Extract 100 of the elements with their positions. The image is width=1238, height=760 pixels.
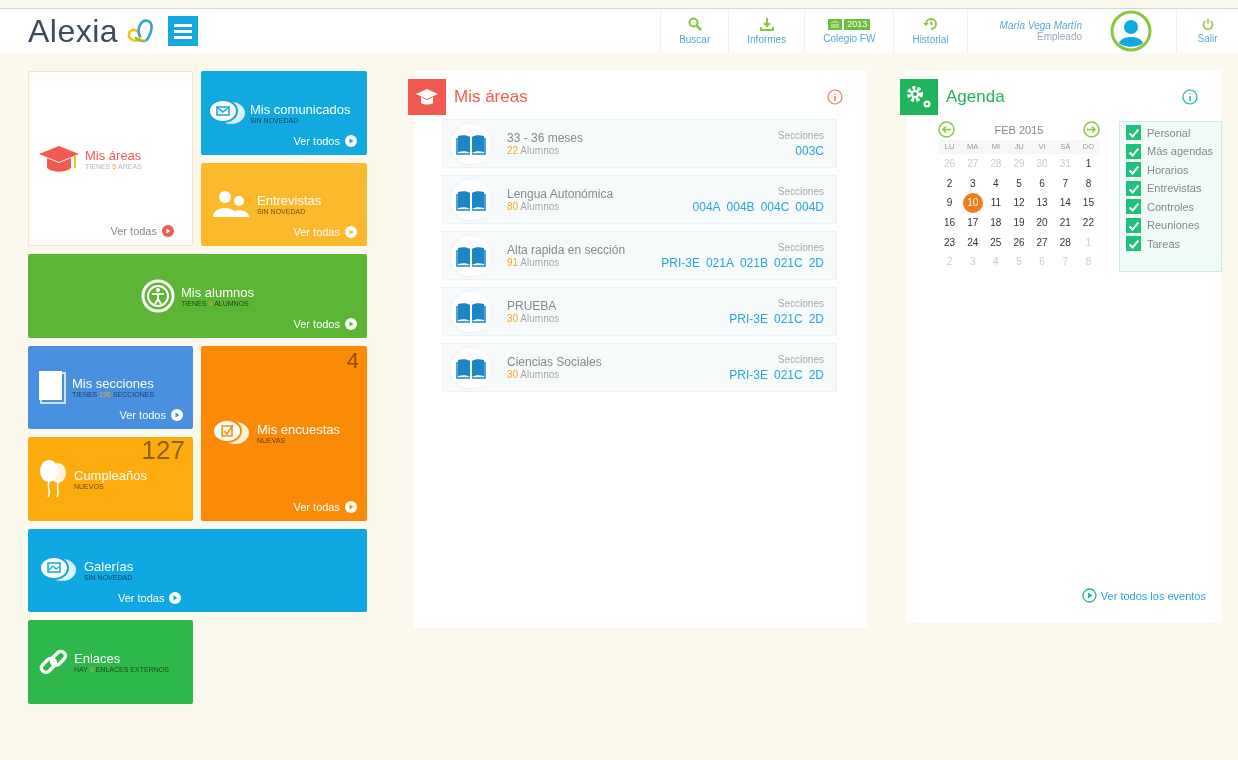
checkbox[interactable] (1126, 180, 1141, 196)
section-link[interactable]: PRI-3E (661, 255, 700, 270)
user-name: María Vega Martín (999, 20, 1082, 31)
calendar-day[interactable]: 3 (961, 173, 985, 193)
calendar-day[interactable]: 2 (938, 173, 962, 193)
filter-checkbox[interactable]: Entrevistas (1126, 180, 1221, 196)
area-row[interactable]: Lengua Autonómica 80 Alumnos Secciones 004A 004B 004C 004D (442, 175, 837, 224)
next-month-icon[interactable] (1083, 121, 1100, 138)
section-link[interactable]: 021C (773, 367, 803, 382)
section-link[interactable]: 004D (795, 199, 824, 214)
view-all-link[interactable]: Ver todos (293, 317, 357, 330)
download-icon (759, 17, 774, 31)
area-row[interactable]: Ciencias Sociales 30 Alumnos Secciones PRI-3E 021C 2D (442, 343, 837, 392)
section-link[interactable]: 003C (795, 143, 824, 158)
calendar-day[interactable]: 15 (1076, 193, 1100, 213)
section-link[interactable]: PRI-3E (729, 311, 768, 326)
sections-label: Secciones (777, 241, 824, 253)
tile-title: Entrevistas (257, 193, 322, 209)
student-count: 91 Alumnos (507, 257, 561, 268)
calendar-day[interactable]: 19 (1007, 213, 1031, 233)
calendar-day[interactable]: 11 (984, 193, 1008, 213)
section-link[interactable]: 021A (705, 255, 734, 270)
calendar-day[interactable]: 7 (1053, 173, 1077, 193)
open-book-icon (449, 121, 493, 166)
calendar-day[interactable]: 17 (961, 213, 985, 233)
building-icon (828, 18, 843, 30)
play-circle-icon (171, 409, 183, 421)
play-circle-icon (169, 592, 182, 604)
view-all-link[interactable]: Ver todas (110, 225, 174, 237)
calendar-day[interactable]: 10 (962, 193, 983, 213)
view-all-link[interactable]: Ver todas (293, 500, 357, 513)
area-name: Alta rapida en sección (507, 243, 627, 257)
calendar-day[interactable]: 28 (1053, 232, 1077, 252)
calendar-day[interactable]: 1 (1076, 154, 1100, 174)
area-row[interactable]: 33 - 36 meses 22 Alumnos Secciones 003C (442, 119, 837, 168)
open-book-icon (449, 177, 493, 222)
calendar-day[interactable]: 22 (1076, 213, 1100, 233)
user-role: Empleado (1036, 31, 1082, 42)
calendar-day[interactable]: 24 (961, 232, 985, 252)
checkbox[interactable] (1126, 199, 1141, 214)
calendar-day[interactable]: 6 (1030, 173, 1054, 193)
month-label: FEB 2015 (994, 123, 1044, 136)
checkbox[interactable] (1126, 236, 1141, 251)
tile-title: Mis áreas (85, 147, 142, 163)
play-circle-icon (345, 317, 357, 330)
play-circle-icon (162, 225, 174, 237)
calendar-day[interactable]: 8 (1076, 173, 1100, 193)
calendar-day[interactable]: 21 (1053, 213, 1077, 233)
calendar-day[interactable]: 5 (1007, 173, 1031, 193)
calendar-day[interactable]: 4 (984, 173, 1008, 193)
filter-checkbox[interactable]: Personal (1126, 125, 1221, 140)
section-link[interactable]: 004C (760, 199, 790, 214)
calendar-day[interactable]: 23 (938, 232, 962, 252)
area-row[interactable]: Alta rapida en sección 91 Alumnos Secciones PRI-3E 021A 021B 021C 2D (442, 231, 837, 280)
view-all-link[interactable]: Ver todos (293, 134, 357, 147)
view-all-link[interactable]: Ver todos (119, 409, 183, 421)
calendar-day[interactable]: 27 (1030, 232, 1054, 252)
calendar-day[interactable]: 26 (1007, 232, 1031, 252)
filter-checkbox[interactable]: Más agendas (1126, 143, 1221, 159)
checkbox[interactable] (1126, 143, 1141, 159)
section-link[interactable]: 2D (808, 311, 824, 326)
year-badge: 2013 (844, 18, 871, 30)
section-link[interactable]: 2D (808, 367, 824, 382)
section-link[interactable]: 021C (773, 255, 803, 270)
student-count: 22 Alumnos (507, 145, 561, 156)
calendar-day[interactable]: 20 (1030, 213, 1054, 233)
area-name: Lengua Autonómica (507, 187, 615, 201)
calendar-day[interactable]: 25 (984, 232, 1008, 252)
logo-text[interactable]: Alexia (28, 12, 119, 50)
section-link[interactable]: 004B (726, 199, 755, 214)
info-icon[interactable] (1182, 89, 1198, 105)
checkbox[interactable] (1126, 125, 1141, 140)
checkbox[interactable] (1126, 162, 1141, 177)
all-events-link[interactable]: Ver todos los eventos (1081, 588, 1206, 603)
calendar-day[interactable]: 12 (1007, 193, 1031, 213)
calendar-day[interactable]: 13 (1030, 193, 1054, 213)
menu-icon[interactable] (168, 16, 199, 46)
section-link[interactable]: 004A (692, 199, 721, 214)
avatar-icon[interactable] (1110, 10, 1152, 52)
filter-checkbox[interactable]: Tareas (1126, 236, 1221, 251)
section-link[interactable]: 021B (739, 255, 768, 270)
section-link[interactable]: 2D (808, 255, 824, 270)
section-link[interactable]: PRI-3E (729, 367, 768, 382)
previous-month-icon[interactable] (938, 121, 955, 138)
people-icon (211, 189, 251, 220)
filter-checkbox[interactable]: Controles (1126, 199, 1221, 214)
view-all-link[interactable]: Ver todas (118, 592, 182, 604)
tile-count: 4 (346, 347, 359, 374)
checkbox[interactable] (1126, 217, 1141, 233)
filter-checkbox[interactable]: Reuniones (1126, 217, 1221, 233)
calendar-day[interactable]: 14 (1053, 193, 1077, 213)
play-circle-icon (345, 500, 357, 513)
section-link[interactable]: 021C (773, 311, 803, 326)
calendar-day[interactable]: 9 (938, 193, 962, 213)
sections-label: Secciones (777, 297, 824, 309)
area-row[interactable]: PRUEBA 30 Alumnos Secciones PRI-3E 021C 2D (442, 287, 837, 336)
filter-checkbox[interactable]: Horarios (1126, 162, 1221, 177)
info-icon[interactable] (827, 89, 843, 105)
calendar-day[interactable]: 16 (938, 213, 962, 233)
calendar-day[interactable]: 18 (984, 213, 1008, 233)
